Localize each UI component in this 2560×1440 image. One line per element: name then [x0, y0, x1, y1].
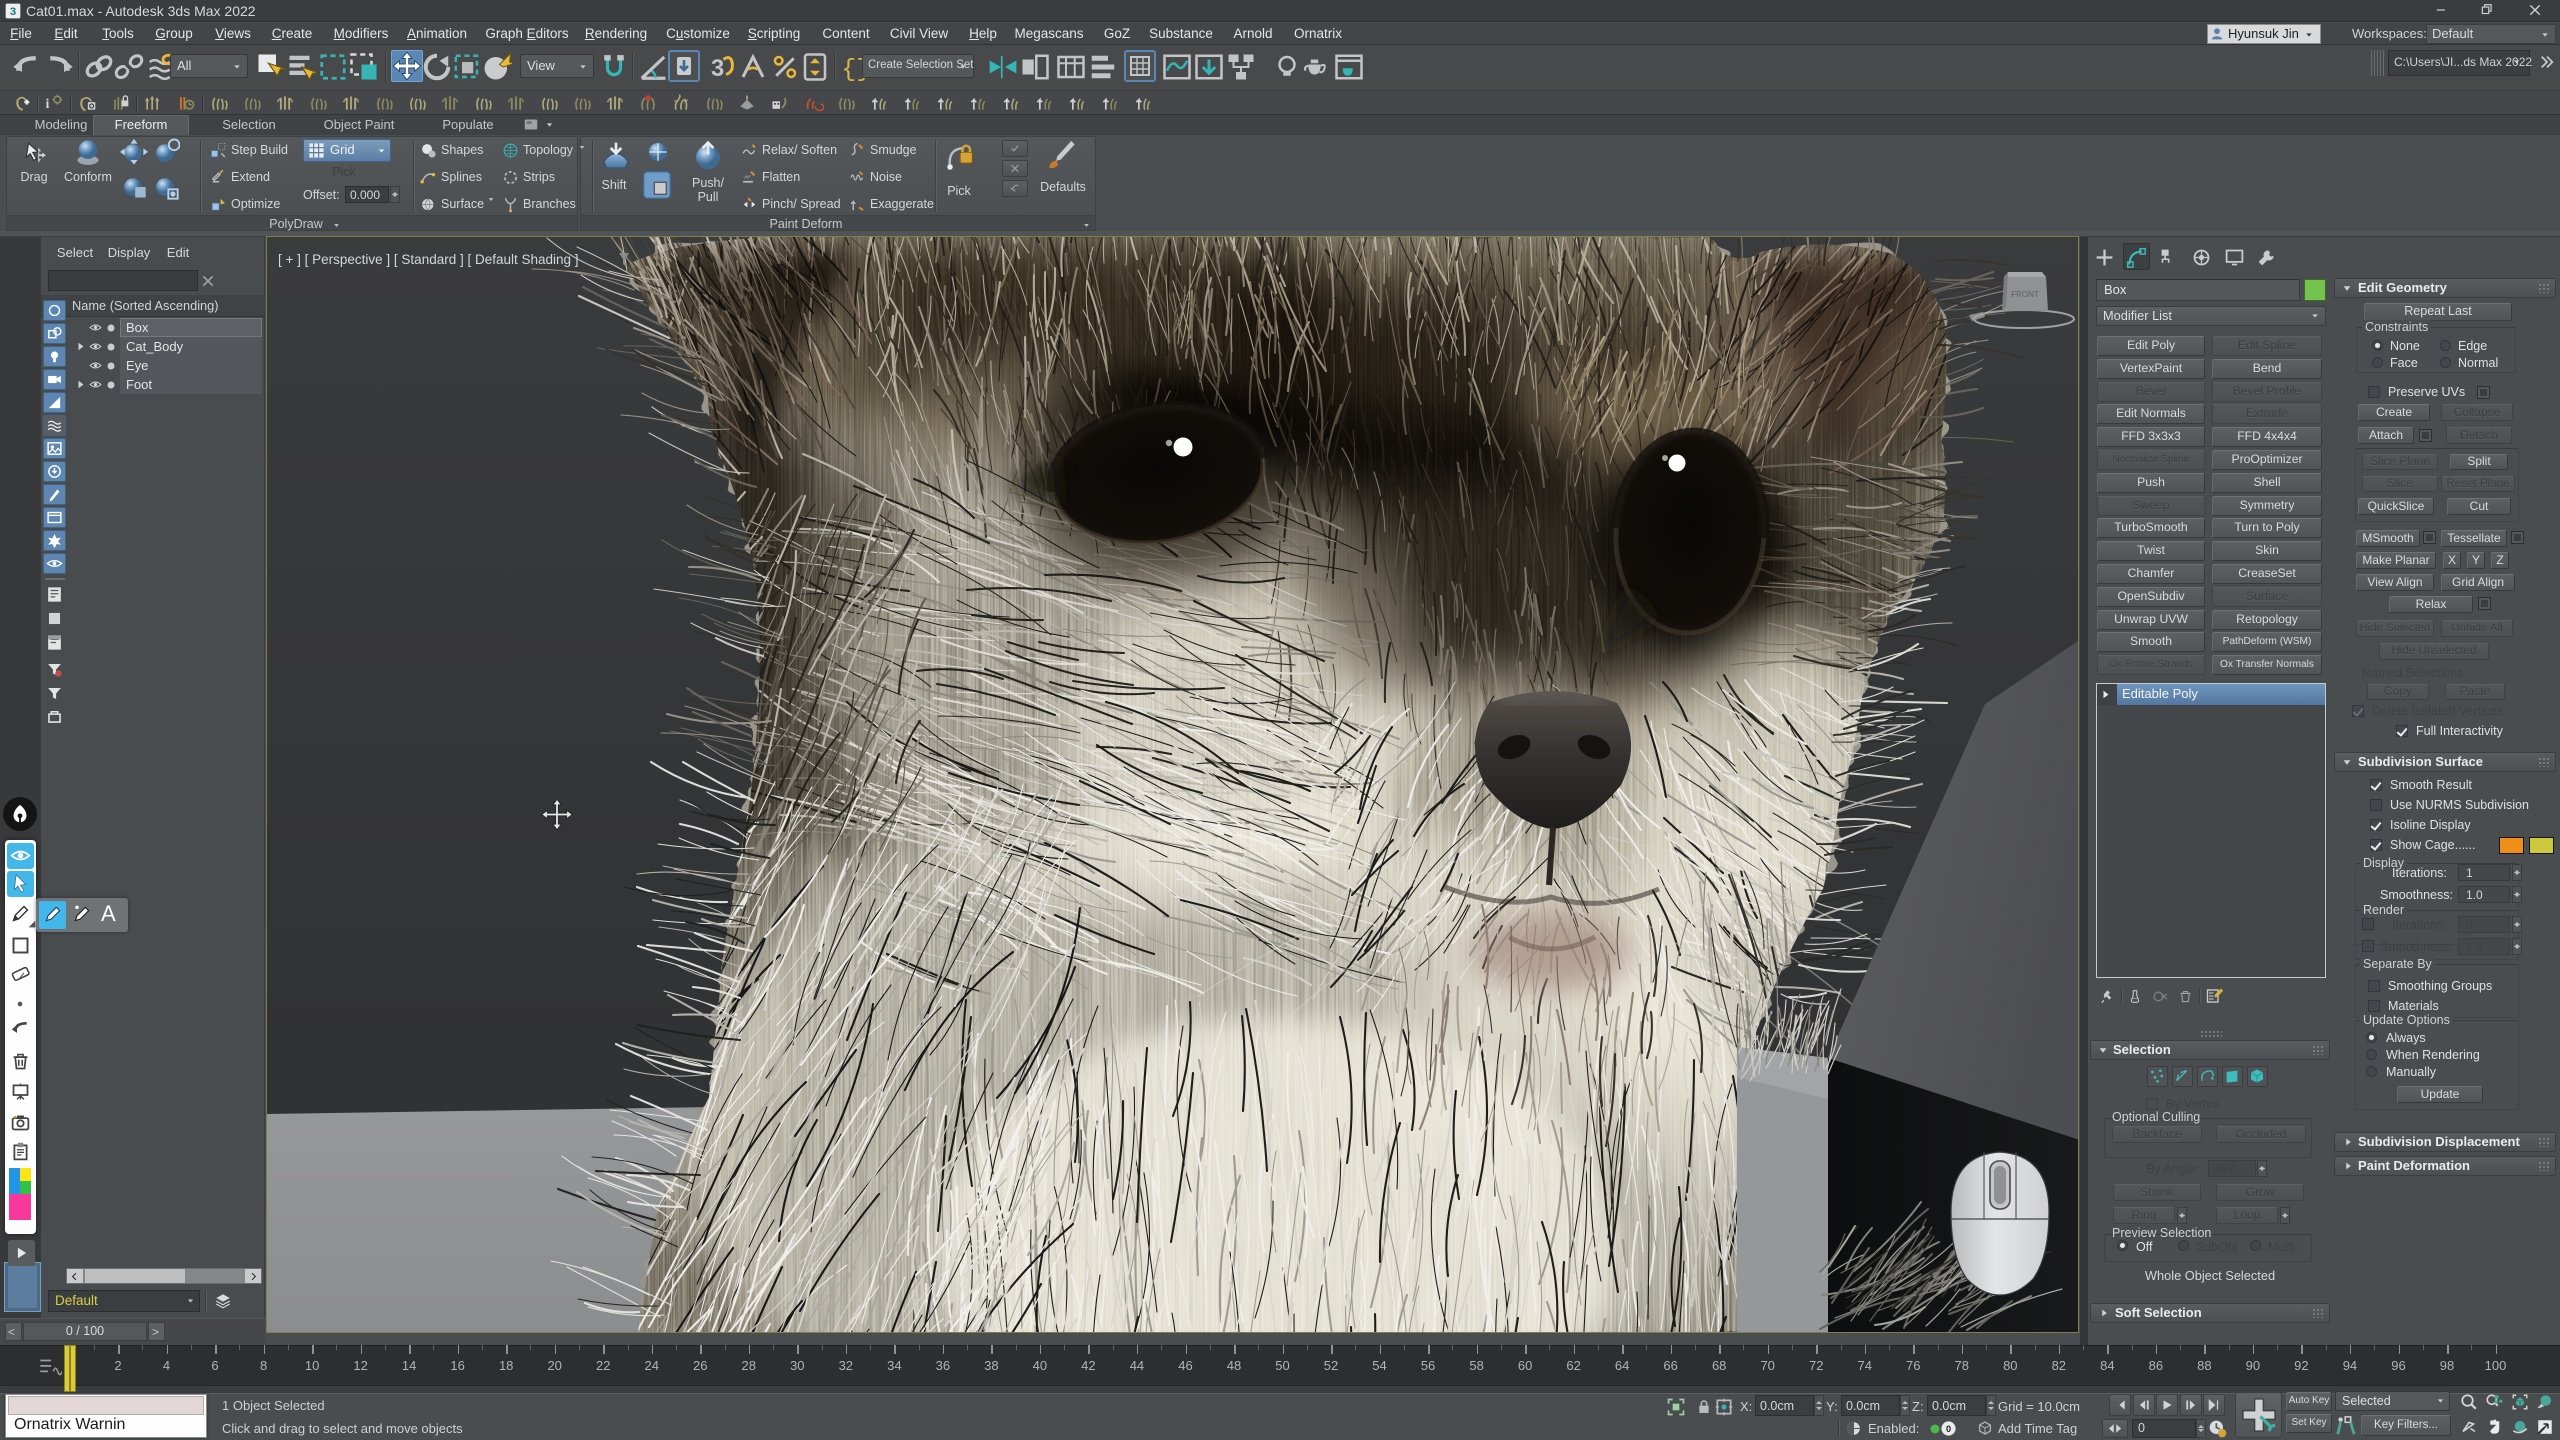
svg-text:FRONT: FRONT [2011, 290, 2039, 299]
svg-text:3: 3 [711, 55, 724, 82]
svg-text:i: i [46, 96, 50, 111]
svg-text:3: 3 [10, 6, 16, 18]
svg-text:0: 0 [1946, 1424, 1951, 1434]
svg-text:[ + ] [ Perspective ] [ Standa: [ + ] [ Perspective ] [ Standard ] [ Def… [278, 252, 579, 267]
